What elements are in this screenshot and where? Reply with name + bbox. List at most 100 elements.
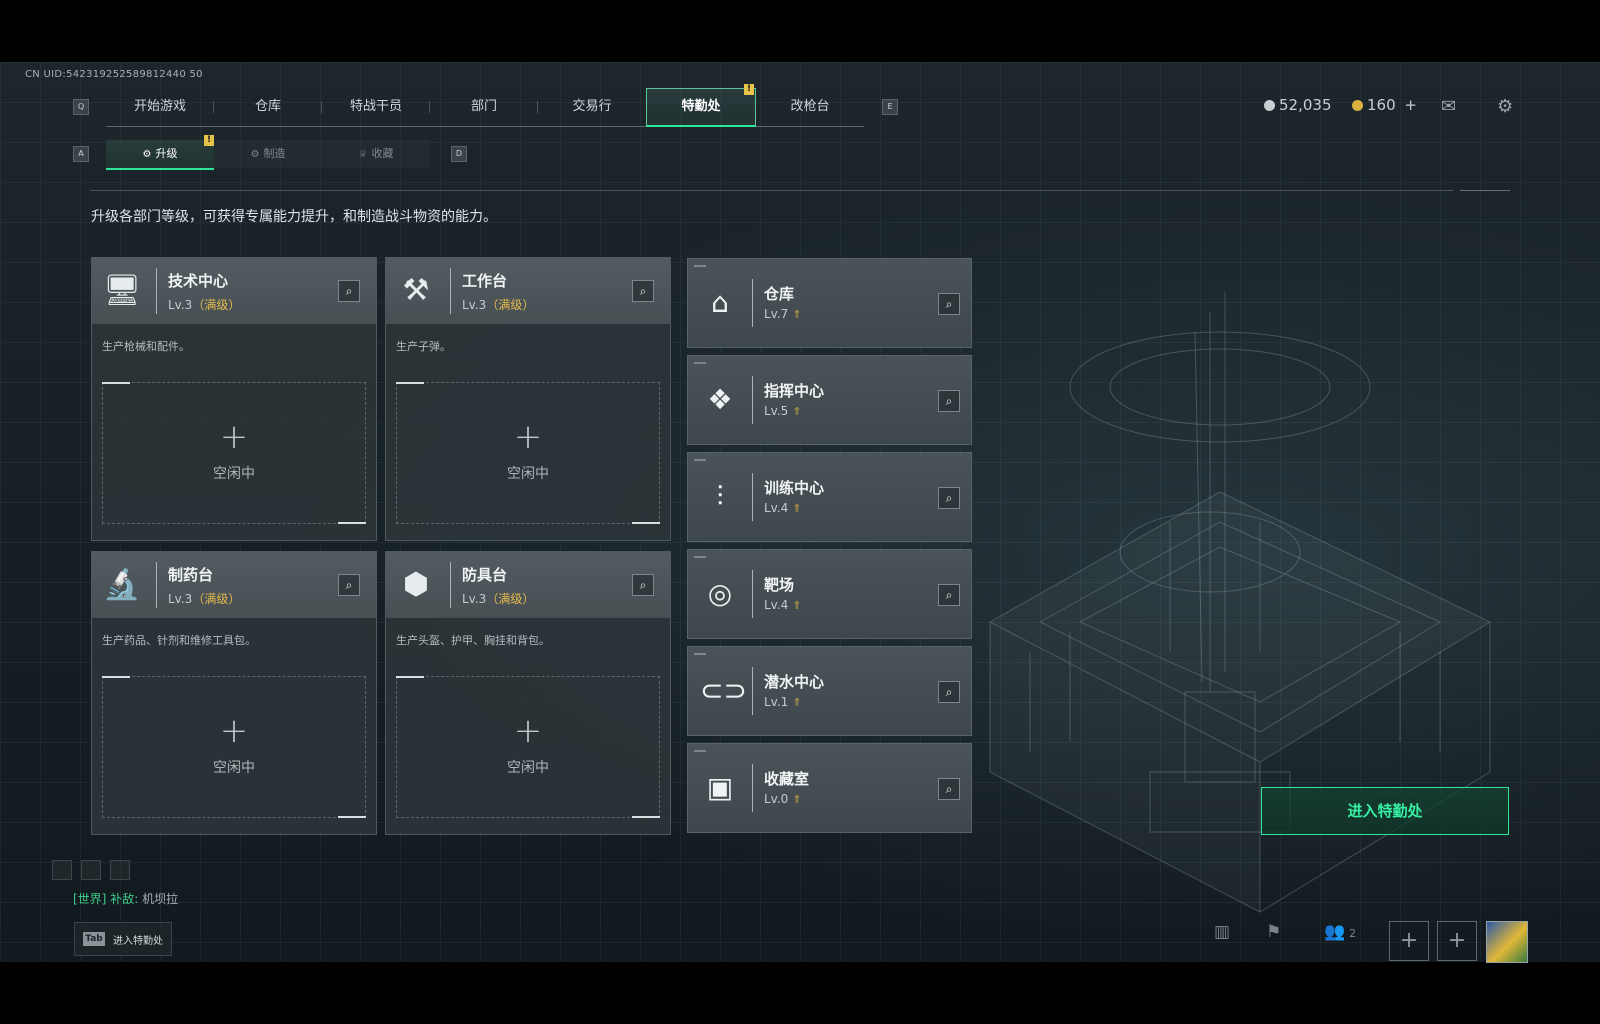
card-level: Lv.3（满级） <box>462 592 535 606</box>
nav-alert-badge: ! <box>744 84 754 95</box>
tab-warehouse[interactable]: 仓库 <box>214 88 322 126</box>
mail-icon[interactable]: ✉ <box>1441 96 1456 117</box>
dept-level: Lv.0 ⇑ <box>764 792 802 806</box>
dept-row-command[interactable]: ❖ 指挥中心 Lv.5 ⇑ ⌕ <box>687 355 972 445</box>
quick-slot[interactable] <box>110 860 130 880</box>
craft-icon: ⚙ <box>250 149 260 160</box>
card-level: Lv.3（满级） <box>168 592 241 606</box>
tab-start-game[interactable]: 开始游戏 <box>106 88 214 126</box>
dept-title: 指挥中心 <box>764 382 825 400</box>
add-plus-icon: + <box>513 711 543 751</box>
inspect-search-icon[interactable]: ⌕ <box>338 280 360 302</box>
quick-slot[interactable] <box>81 860 101 880</box>
tab-hint-button[interactable]: Tab 进入特勤处 <box>74 922 172 956</box>
inspect-search-icon[interactable]: ⌕ <box>938 584 960 606</box>
add-plus-icon: + <box>219 711 249 751</box>
dept-row-range[interactable]: ◎ 靶场 Lv.4 ⇑ ⌕ <box>687 549 972 639</box>
quick-slot[interactable] <box>52 860 72 880</box>
bottom-letterbox <box>0 962 1600 1024</box>
dept-row-training[interactable]: ⫶ 训练中心 Lv.4 ⇑ ⌕ <box>687 452 972 542</box>
subtab-craft[interactable]: ⚙ 制造 <box>214 140 322 168</box>
upgrade-arrow-icon: ⇑ <box>792 405 802 418</box>
base-3d-model <box>988 292 1492 913</box>
stats-chart-icon[interactable]: ▥ <box>1214 922 1230 942</box>
settings-gear-icon[interactable]: ⚙ <box>1497 96 1513 117</box>
tab-hint-text: 进入特勤处 <box>113 936 163 947</box>
separator <box>156 562 157 608</box>
add-plus-icon: + <box>219 417 249 457</box>
subtab-upgrade[interactable]: ⚙ 升级 <box>106 140 214 170</box>
hammer-wrench-icon: ⚒ <box>402 273 430 308</box>
subnav-next-key[interactable]: D <box>451 146 467 162</box>
card-title: 工作台 <box>462 272 508 290</box>
tab-key: Tab <box>83 932 105 946</box>
chat-channel: [世界] <box>73 892 107 906</box>
monitor-icon: 🖥 <box>102 273 142 308</box>
dept-level: Lv.4 ⇑ <box>764 598 802 612</box>
production-slot[interactable]: + 空闲中 <box>102 382 366 524</box>
tab-special-ops[interactable]: 特勤处 <box>646 88 756 127</box>
card-description: 生产药品、针剂和维修工具包。 <box>102 634 256 647</box>
dept-title: 训练中心 <box>764 479 825 497</box>
avatar[interactable] <box>1486 921 1528 963</box>
inspect-search-icon[interactable]: ⌕ <box>938 778 960 800</box>
production-slot[interactable]: + 空闲中 <box>102 676 366 818</box>
card-header: 🔬 制药台 Lv.3（满级） ⌕ <box>92 552 376 618</box>
card-level: Lv.3（满级） <box>462 298 535 312</box>
friends-icon[interactable]: 👥 2 <box>1324 922 1356 942</box>
upgrade-arrow-icon: ⇑ <box>792 793 802 806</box>
subnav-alert-badge: ! <box>204 135 214 146</box>
dept-level: Lv.4 ⇑ <box>764 501 802 515</box>
chat-sender: 补敌: <box>110 892 139 906</box>
production-slot[interactable]: + 空闲中 <box>396 676 660 818</box>
dept-row-diving[interactable]: ⊂⊃ 潜水中心 Lv.1 ⇑ ⌕ <box>687 646 972 736</box>
microscope-icon: 🔬 <box>103 567 141 602</box>
add-plus-icon: + <box>513 417 543 457</box>
page-description: 升级各部门等级，可获得专属能力提升，和制造战斗物资的能力。 <box>91 209 497 225</box>
tab-trading[interactable]: 交易行 <box>538 88 646 126</box>
add-currency-icon[interactable]: + <box>1404 96 1417 114</box>
warehouse-icon: ⌂ <box>711 286 729 319</box>
invite-slot-button[interactable]: + <box>1389 921 1429 961</box>
slot-status: 空闲中 <box>213 466 255 482</box>
dept-title: 靶场 <box>764 576 795 594</box>
inspect-search-icon[interactable]: ⌕ <box>938 293 960 315</box>
chat-message[interactable]: [世界] 补敌: 机坝拉 <box>73 890 178 907</box>
tab-gunsmith[interactable]: 改枪台 <box>756 88 864 126</box>
nav-next-key[interactable]: E <box>882 99 898 115</box>
target-icon: ◎ <box>707 577 733 610</box>
card-header: ⚒ 工作台 Lv.3（满级） ⌕ <box>386 258 670 324</box>
gold-currency[interactable]: 160 + <box>1352 96 1417 114</box>
subtab-collection[interactable]: ♕ 收藏 <box>322 140 430 168</box>
inspect-search-icon[interactable]: ⌕ <box>938 487 960 509</box>
card-description: 生产头盔、护甲、胸挂和背包。 <box>396 634 550 647</box>
dumbbell-icon: ⫶ <box>716 480 724 513</box>
inspect-search-icon[interactable]: ⌕ <box>632 280 654 302</box>
gold-coin-icon <box>1352 100 1363 111</box>
cubes-icon: ⬢ <box>402 567 430 602</box>
card-title: 技术中心 <box>168 272 229 290</box>
flag-icon[interactable]: ⚑ <box>1266 922 1281 942</box>
inspect-search-icon[interactable]: ⌕ <box>938 390 960 412</box>
dept-row-warehouse[interactable]: ⌂ 仓库 Lv.7 ⇑ ⌕ <box>687 258 972 348</box>
upgrade-arrow-icon: ⇑ <box>792 308 802 321</box>
enter-special-ops-button[interactable]: 进入特勤处 <box>1261 787 1509 835</box>
inspect-search-icon[interactable]: ⌕ <box>338 574 360 596</box>
production-slot[interactable]: + 空闲中 <box>396 382 660 524</box>
tab-operators[interactable]: 特战干员 <box>322 88 430 126</box>
slot-status: 空闲中 <box>507 466 549 482</box>
card-description: 生产子弹。 <box>396 340 451 353</box>
nav-prev-key[interactable]: Q <box>73 99 89 115</box>
inspect-search-icon[interactable]: ⌕ <box>632 574 654 596</box>
tab-department[interactable]: 部门 <box>430 88 538 126</box>
slot-status: 空闲中 <box>213 760 255 776</box>
inspect-search-icon[interactable]: ⌕ <box>938 681 960 703</box>
subnav-prev-key[interactable]: A <box>73 146 89 162</box>
upgrade-arrow-icon: ⇑ <box>792 599 802 612</box>
chat-text: 机坝拉 <box>142 892 179 906</box>
header-divider <box>90 190 1453 191</box>
separator <box>450 268 451 314</box>
separator <box>156 268 157 314</box>
invite-slot-button[interactable]: + <box>1437 921 1477 961</box>
dept-row-collection[interactable]: ▣ 收藏室 Lv.0 ⇑ ⌕ <box>687 743 972 833</box>
